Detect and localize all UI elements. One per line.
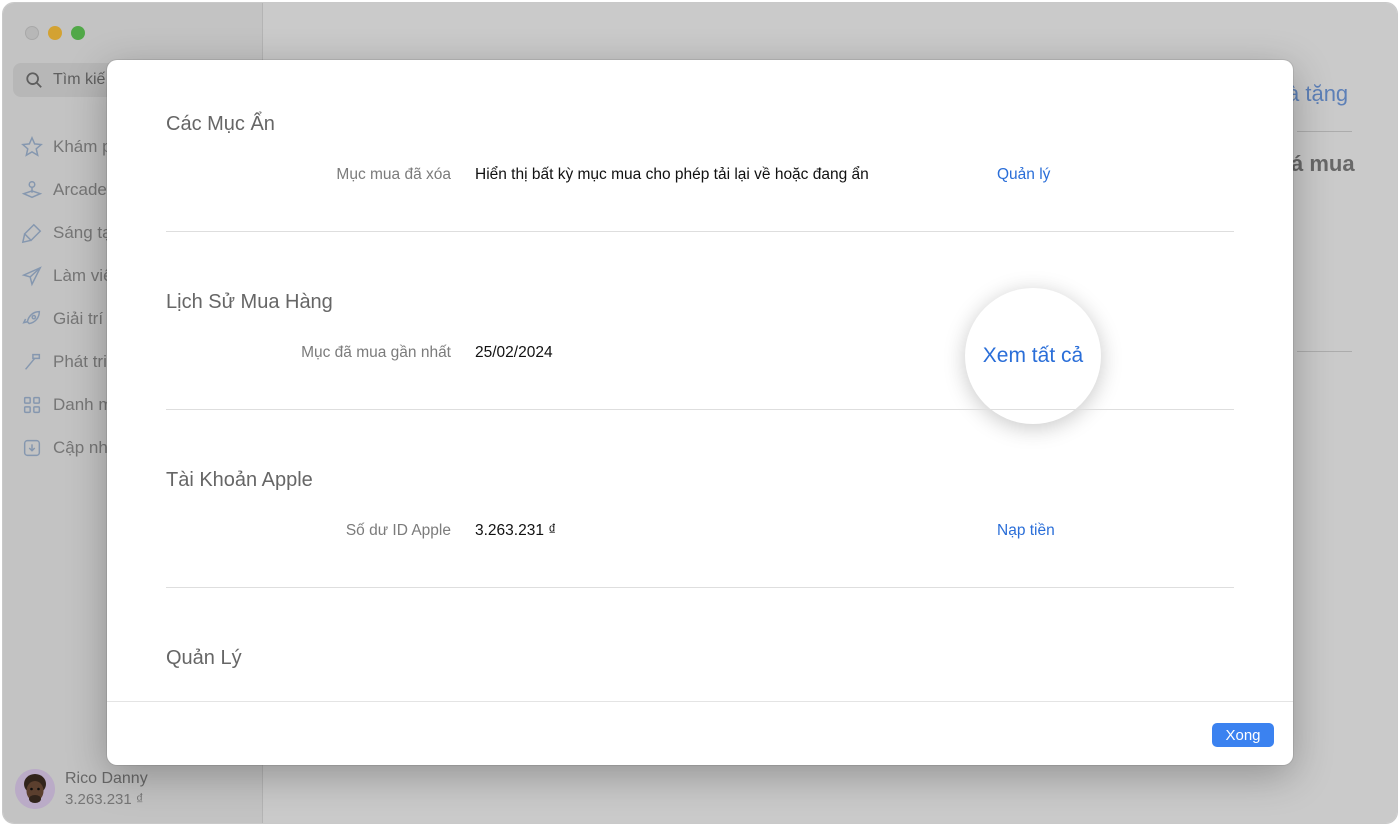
done-button[interactable]: Xong bbox=[1212, 723, 1274, 747]
see-all-link[interactable]: Xem tất cả bbox=[983, 344, 1083, 368]
row-value: Hiển thị bất kỳ mục mua cho phép tải lại… bbox=[475, 166, 869, 183]
manage-section: Quản Lý bbox=[166, 647, 1234, 687]
row-label: Mục mua đã xóa bbox=[336, 166, 451, 183]
footer-divider bbox=[107, 701, 1293, 702]
section-divider bbox=[166, 587, 1234, 588]
account-settings-sheet: Các Mục Ẩn Mục mua đã xóa Hiển thị bất k… bbox=[107, 60, 1293, 765]
manage-hidden-link[interactable]: Quản lý bbox=[997, 166, 1050, 184]
section-title: Quản Lý bbox=[166, 647, 242, 669]
section-divider bbox=[166, 231, 1234, 232]
apple-account-section: Tài Khoản Apple bbox=[166, 469, 1234, 509]
section-divider bbox=[166, 409, 1234, 410]
row-value: 3.263.231 ₫ bbox=[475, 522, 557, 539]
row-label: Số dư ID Apple bbox=[345, 522, 451, 539]
row-label: Mục đã mua gần nhất bbox=[301, 344, 451, 361]
add-funds-link[interactable]: Nạp tiền bbox=[997, 522, 1055, 540]
apple-account-row: Số dư ID Apple 3.263.231 ₫ Nạp tiền bbox=[166, 522, 1234, 544]
see-all-highlight: Xem tất cả bbox=[965, 288, 1101, 424]
hidden-items-row: Mục mua đã xóa Hiển thị bất kỳ mục mua c… bbox=[166, 166, 1234, 188]
section-title: Tài Khoản Apple bbox=[166, 469, 313, 491]
section-title: Các Mục Ẩn bbox=[166, 113, 275, 135]
hidden-items-section: Các Mục Ẩn bbox=[166, 113, 1234, 153]
section-title: Lịch Sử Mua Hàng bbox=[166, 291, 333, 313]
row-value: 25/02/2024 bbox=[475, 344, 553, 361]
